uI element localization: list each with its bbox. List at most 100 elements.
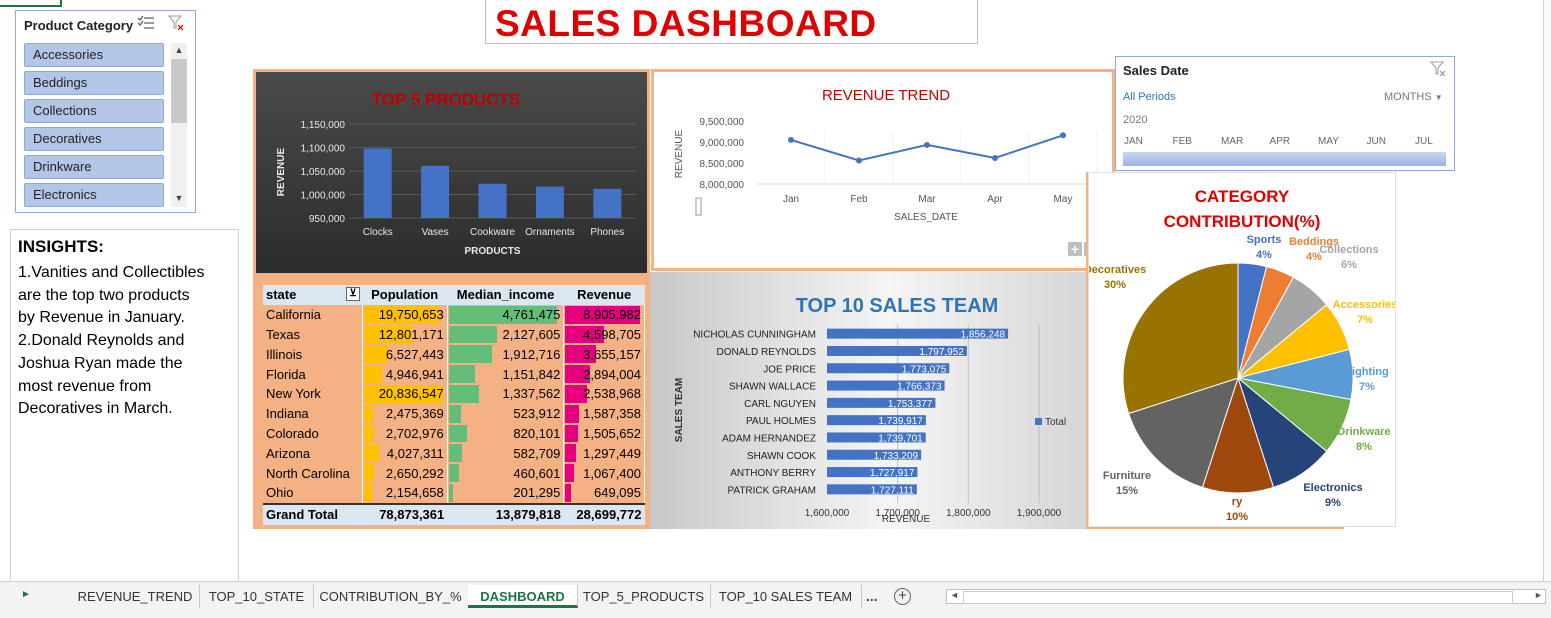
state-cell[interactable]: Indiana — [263, 403, 363, 424]
column-header-state[interactable]: state ⊻ — [263, 285, 362, 305]
income-cell[interactable]: 820,101 — [447, 423, 565, 444]
income-cell[interactable]: 460,601 — [447, 463, 565, 483]
tab-contribution-by-[interactable]: CONTRIBUTION_BY_% — [313, 585, 469, 608]
revenue-cell[interactable]: 1,297,449 — [563, 443, 645, 464]
revenue-cell[interactable]: 649,095 — [563, 482, 645, 504]
bar-clocks[interactable] — [363, 148, 392, 218]
filter-dropdown-icon[interactable]: ⊻ — [346, 287, 361, 301]
slicer-item-beddings[interactable]: Beddings — [24, 71, 164, 95]
population-cell[interactable]: 12,801,171 — [362, 324, 448, 345]
state-cell[interactable]: New York — [263, 383, 363, 404]
table-row[interactable]: Ohio 2,154,658 201,295 649,095 — [263, 482, 645, 504]
timeline-month-jan[interactable]: JAN — [1124, 136, 1143, 147]
population-cell[interactable]: 2,702,976 — [362, 423, 448, 444]
point-jan[interactable] — [788, 136, 794, 143]
timeline-month-jun[interactable]: JUN — [1367, 136, 1386, 147]
table-row[interactable]: New York 20,836,547 1,337,562 2,538,968 — [263, 383, 645, 404]
table-row[interactable]: Illinois 6,527,443 1,912,716 3,655,157 — [263, 344, 645, 365]
top5-products-chart[interactable]: TOP 5 PRODUCTS 1,150,000 1,100,000 1,050,00… — [253, 69, 650, 276]
revenue-cell[interactable]: 1,067,400 — [563, 463, 645, 483]
population-cell[interactable]: 19,750,653 — [362, 304, 448, 325]
revenue-cell[interactable]: 2,538,968 — [563, 383, 645, 404]
point-feb[interactable] — [856, 157, 862, 164]
income-cell[interactable]: 1,912,716 — [447, 344, 565, 365]
timeline-month-apr[interactable]: APR — [1270, 136, 1291, 147]
table-row[interactable]: Texas 12,801,171 2,127,605 4,598,705 — [263, 324, 645, 345]
table-row[interactable]: California 19,750,653 4,761,475 8,905,982 — [263, 304, 645, 325]
state-cell[interactable]: Colorado — [263, 423, 363, 444]
population-cell[interactable]: 4,946,941 — [362, 364, 448, 384]
income-cell[interactable]: 1,151,842 — [447, 364, 565, 384]
population-cell[interactable]: 2,154,658 — [362, 482, 448, 504]
revenue-cell[interactable]: 3,655,157 — [563, 344, 645, 365]
tab-revenue-trend[interactable]: REVENUE_TREND — [71, 585, 200, 608]
tab-top-10-sales-team[interactable]: TOP_10 SALES TEAM — [710, 585, 862, 608]
point-may[interactable] — [1060, 132, 1066, 139]
bar-ornaments[interactable] — [535, 186, 564, 218]
scroll-up-icon[interactable]: ▲ — [171, 43, 187, 57]
tab-top-10-state[interactable]: TOP_10_STATE — [200, 585, 314, 608]
hscroll-thumb[interactable] — [963, 591, 1513, 604]
top10-sales-team-chart[interactable]: TOP 10 SALES TEAM 1,600,000 1,700,000 1,800… — [650, 272, 1086, 529]
product-category-slicer[interactable]: Product Category ▲ ▼ Accessories Beddings… — [15, 10, 196, 213]
clear-filter-icon[interactable] — [167, 15, 184, 31]
scroll-down-icon[interactable]: ▼ — [171, 191, 187, 205]
timeline-month-jul[interactable]: JUL — [1415, 136, 1433, 147]
revenue-cell[interactable]: 1,505,652 — [563, 423, 645, 444]
sales-date-timeline[interactable]: Sales Date All Periods MONTHS ▼ 2020 JAN… — [1115, 56, 1455, 171]
timeline-month-feb[interactable]: FEB — [1173, 136, 1192, 147]
state-pivot-table[interactable]: state ⊻ Population Median_income Revenue Cali… — [263, 285, 645, 525]
time-level-dropdown[interactable]: MONTHS ▼ — [1384, 91, 1443, 103]
table-row[interactable]: Indiana 2,475,369 523,912 1,587,358 — [263, 403, 645, 424]
scroll-thumb[interactable] — [171, 59, 187, 123]
population-cell[interactable]: 20,836,547 — [362, 383, 448, 404]
income-cell[interactable]: 523,912 — [447, 403, 565, 424]
income-cell[interactable]: 201,295 — [447, 482, 565, 504]
more-tabs[interactable]: ... — [866, 588, 878, 604]
bar-phones[interactable] — [593, 188, 622, 218]
table-row[interactable]: Colorado 2,702,976 820,101 1,505,652 — [263, 423, 645, 444]
income-cell[interactable]: 4,761,475 — [447, 304, 565, 325]
timeline-month-may[interactable]: MAY — [1318, 136, 1339, 147]
state-cell[interactable]: Arizona — [263, 443, 363, 464]
timeline-selection-bar[interactable] — [1123, 152, 1446, 166]
state-cell[interactable]: Texas — [263, 324, 363, 345]
scroll-left-icon[interactable]: ◄ — [950, 590, 959, 600]
population-cell[interactable]: 2,650,292 — [362, 463, 448, 483]
table-row[interactable]: North Carolina 2,650,292 460,601 1,067,400 — [263, 463, 645, 483]
revenue-cell[interactable]: 1,587,358 — [563, 403, 645, 424]
table-row[interactable]: Arizona 4,027,311 582,709 1,297,449 — [263, 443, 645, 464]
revenue-trend-chart[interactable]: REVENUE TREND 9,500,000 9,000,000 8,500,000… — [651, 69, 1115, 271]
point-apr[interactable] — [992, 154, 998, 161]
multi-select-icon[interactable] — [137, 15, 155, 31]
revenue-cell[interactable]: 4,598,705 — [563, 324, 645, 345]
clear-filter-icon[interactable] — [1429, 61, 1446, 77]
slicer-item-accessories[interactable]: Accessories — [24, 43, 164, 67]
bar-cookware[interactable] — [478, 183, 507, 218]
state-cell[interactable]: North Carolina — [263, 463, 363, 483]
state-cell[interactable]: Florida — [263, 364, 363, 384]
population-cell[interactable]: 4,027,311 — [362, 443, 448, 464]
scroll-right-icon[interactable]: ► — [1534, 590, 1543, 600]
slicer-scrollbar[interactable]: ▲ ▼ — [171, 43, 187, 207]
revenue-cell[interactable]: 8,905,982 — [563, 304, 645, 325]
population-cell[interactable]: 6,527,443 — [362, 344, 448, 365]
field-button[interactable] — [695, 197, 702, 216]
timeline-month-mar[interactable]: MAR — [1221, 136, 1243, 147]
vertical-scrollbar[interactable] — [1543, 0, 1551, 581]
scroll-tabs-right-icon[interactable]: ► — [21, 589, 31, 600]
tab-dashboard[interactable]: DASHBOARD — [468, 585, 578, 608]
slicer-item-collections[interactable]: Collections — [24, 99, 164, 123]
revenue-cell[interactable]: 2,894,004 — [563, 364, 645, 384]
state-cell[interactable]: Ohio — [263, 482, 363, 504]
state-cell[interactable]: California — [263, 304, 363, 325]
tab-top-5-products[interactable]: TOP_5_PRODUCTS — [577, 585, 711, 608]
income-cell[interactable]: 582,709 — [447, 443, 565, 464]
point-mar[interactable] — [924, 141, 930, 148]
state-cell[interactable]: Illinois — [263, 344, 363, 365]
plus-icon[interactable]: + — [1071, 241, 1079, 257]
slicer-item-drinkware[interactable]: Drinkware — [24, 155, 164, 179]
income-cell[interactable]: 2,127,605 — [447, 324, 565, 345]
add-sheet-icon[interactable]: + — [894, 588, 911, 605]
population-cell[interactable]: 2,475,369 — [362, 403, 448, 424]
